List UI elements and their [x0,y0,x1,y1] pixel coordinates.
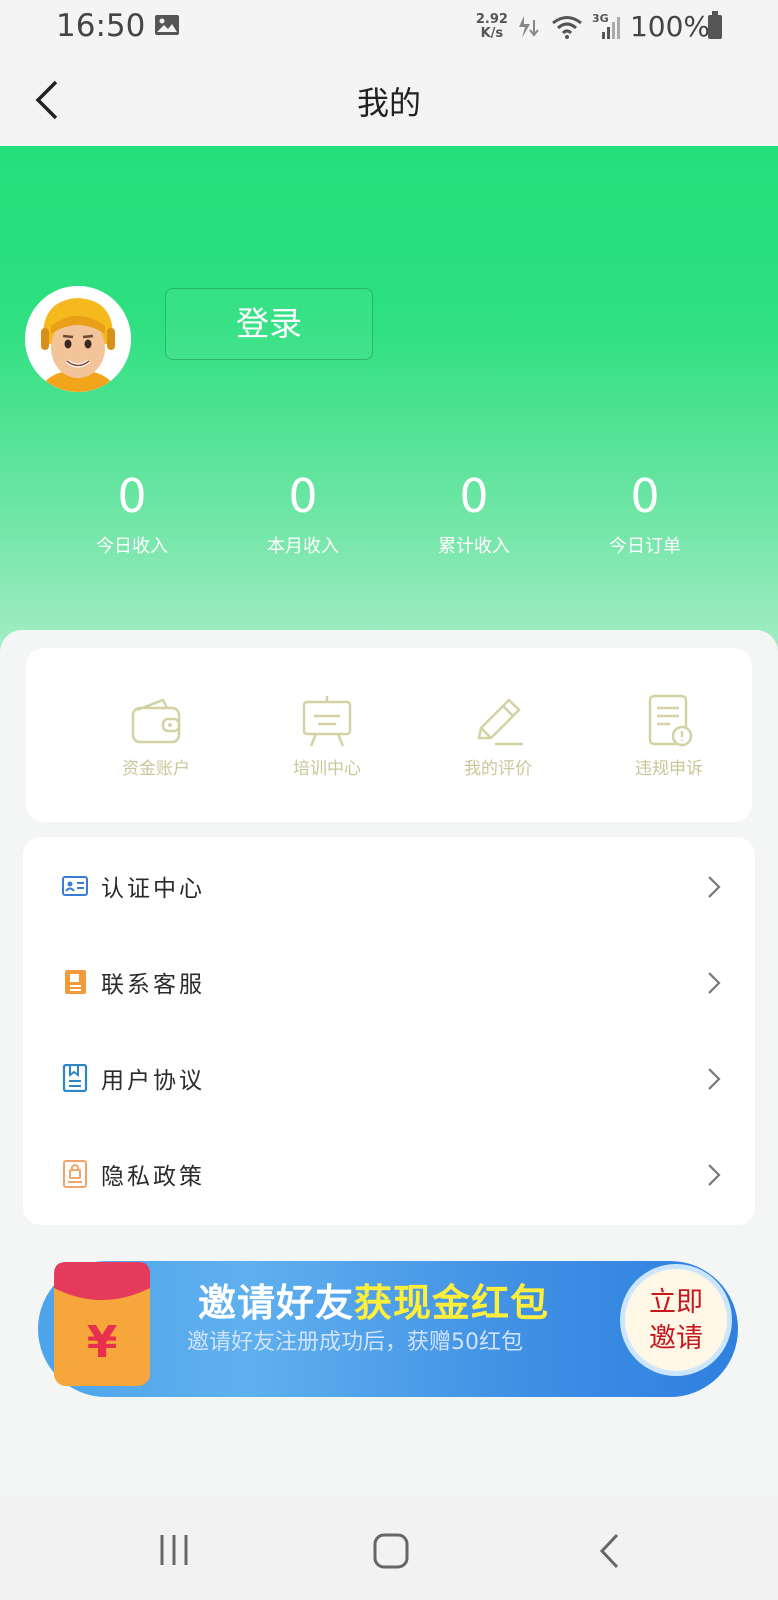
settings-menu-card: 认证中心 联系客服 用户协议 隐私政策 [23,837,755,1225]
banner-title-highlight: 获现金红包 [354,1281,550,1325]
quick-action-appeal[interactable]: 违规申诉 [584,692,754,779]
cta-line-1: 立即 [649,1287,703,1318]
chevron-right-icon [708,1068,721,1090]
quick-action-training[interactable]: 培训中心 [242,692,412,779]
stat-value: 0 [459,469,489,523]
quick-action-label: 资金账户 [122,759,190,779]
net-speed: 2.92 K/s [475,11,508,41]
id-card-icon [62,876,88,896]
avatar[interactable] [25,286,131,392]
document-alert-icon [648,694,693,747]
menu-item-user-agreement[interactable]: 用户协议 [23,1029,755,1125]
menu-item-label: 联系客服 [101,972,205,998]
signal-indicator: 3G [592,12,622,40]
stat-total-income: 0 累计收入 [389,470,559,558]
stat-label: 今日收入 [96,536,168,557]
battery-icon [708,11,722,39]
stat-today-orders: 0 今日订单 [560,470,730,558]
menu-item-label: 隐私政策 [101,1164,205,1190]
login-button[interactable]: 登录 [165,288,373,360]
invite-now-button[interactable]: 立即 邀请 [620,1264,732,1376]
banner-subtitle: 邀请好友注册成功后，获赠50红包 [187,1330,523,1355]
battery-percent: 100% [629,10,710,43]
page-title: 我的 [356,84,421,122]
menu-item-label: 用户协议 [101,1068,205,1094]
gallery-icon [155,15,179,35]
stat-today-income: 0 今日收入 [47,470,217,558]
contact-book-icon [65,970,86,994]
stat-label: 本月收入 [267,536,339,557]
red-envelope-symbol: ¥ [87,1317,118,1368]
status-bar: 16:50 2.92 K/s 3G 100% [0,0,778,52]
quick-action-reviews[interactable]: 我的评价 [413,692,583,779]
red-envelope-icon: ¥ [54,1262,150,1386]
wifi-icon [552,15,582,39]
easel-icon [302,696,352,747]
signal-bars-icon [601,16,620,39]
quick-actions-card: 资金账户 培训中心 我的评价 违规申诉 [26,648,752,822]
privacy-lock-icon [63,1160,87,1188]
menu-item-label: 认证中心 [101,876,205,902]
chevron-right-icon [708,1164,721,1186]
recent-apps-icon[interactable] [158,1533,190,1567]
stat-label: 累计收入 [438,536,510,557]
stat-value: 0 [630,469,660,523]
courier-avatar-icon [25,286,131,392]
pencil-icon [477,698,523,746]
menu-item-certification[interactable]: 认证中心 [23,837,755,933]
banner-title-main: 邀请好友 [198,1281,355,1325]
quick-action-label: 培训中心 [293,759,361,779]
stat-month-income: 0 本月收入 [218,470,388,558]
stat-label: 今日订单 [609,536,681,557]
stat-value: 0 [117,469,147,523]
quick-action-label: 我的评价 [464,759,532,779]
data-transfer-icon [518,15,539,38]
home-icon[interactable] [373,1533,409,1569]
status-time: 16:50 [56,8,146,44]
net-speed-value: 2.92 [475,11,508,27]
menu-item-customer-service[interactable]: 联系客服 [23,933,755,1029]
system-navigation-bar [0,1497,778,1600]
quick-action-funds[interactable]: 资金账户 [71,692,241,779]
top-nav-bar: 我的 [0,52,778,146]
menu-item-privacy-policy[interactable]: 隐私政策 [23,1125,755,1221]
banner-title: 邀请好友获现金红包 [198,1272,549,1327]
system-back-icon[interactable] [598,1533,620,1569]
net-speed-unit: K/s [480,25,504,41]
profile-header [0,146,778,656]
wallet-icon [131,698,181,744]
stat-value: 0 [288,469,318,523]
chevron-right-icon [708,972,721,994]
quick-action-label: 违规申诉 [635,759,703,779]
status-indicators: 2.92 K/s 3G 100% [476,10,710,43]
agreement-icon [62,1064,88,1092]
chevron-right-icon [708,876,721,898]
cta-line-2: 邀请 [649,1323,703,1354]
